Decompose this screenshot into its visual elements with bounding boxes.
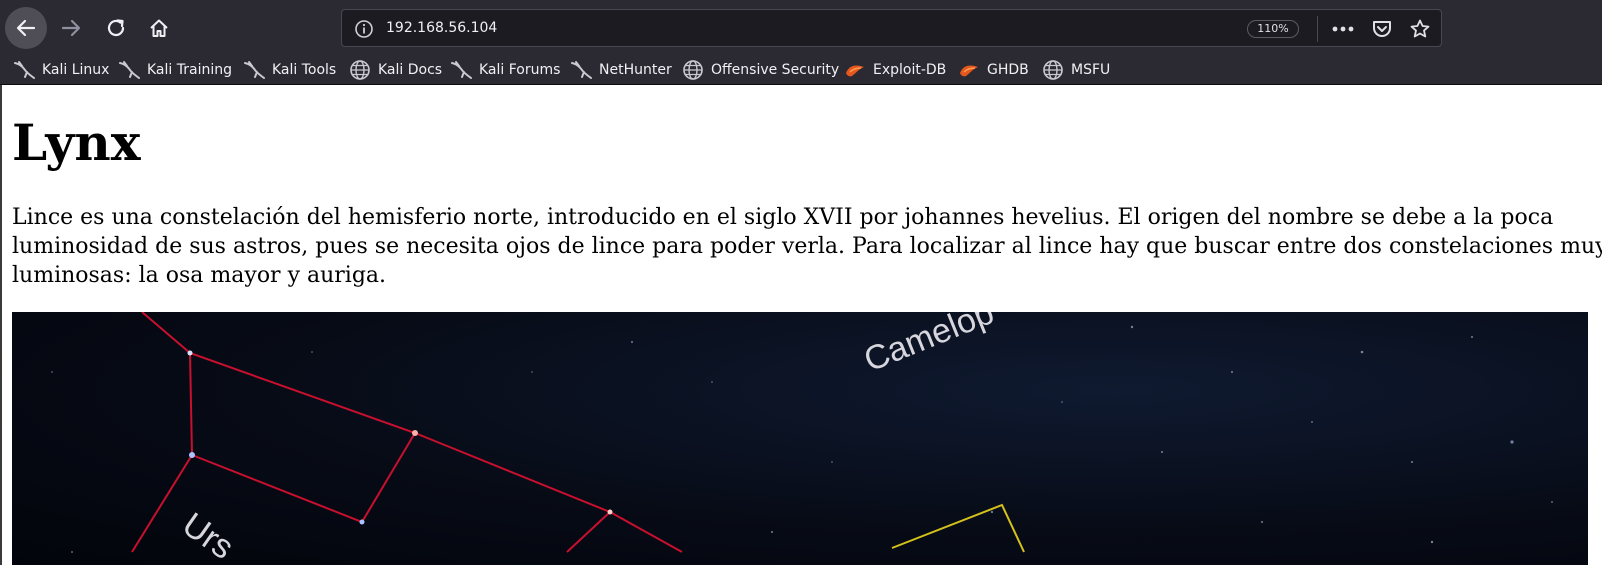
bookmark-kali-training[interactable]: Kali Training [118, 58, 232, 82]
constellation-map: Camelop Urs [51, 312, 1553, 565]
globe-icon [682, 60, 704, 80]
globe-icon [1042, 60, 1064, 80]
browser-chrome: 192.168.56.104 110% Kali Linux Kali Trai… [0, 0, 1602, 85]
globe-icon [349, 60, 371, 80]
label-camelopardalis: Camelop [859, 312, 999, 379]
bookmark-label: Kali Forums [479, 62, 561, 78]
bookmark-label: Exploit-DB [873, 62, 947, 78]
label-ursa: Urs [175, 505, 240, 565]
ursa-major-lines [131, 312, 683, 553]
page-paragraph: Lince es una constelación del hemisferio… [12, 205, 1602, 288]
bookmark-kali-docs[interactable]: Kali Docs [349, 58, 442, 82]
reload-icon [107, 19, 125, 37]
constellation-stars [187, 350, 613, 525]
star-field [51, 325, 1553, 553]
info-icon[interactable] [354, 19, 374, 39]
bookmark-kali-linux[interactable]: Kali Linux [13, 58, 109, 82]
kali-dragon-icon [118, 60, 140, 80]
exploit-db-icon [844, 60, 866, 80]
page-actions-button[interactable] [1330, 17, 1356, 41]
bookmark-label: MSFU [1071, 62, 1111, 78]
bookmark-label: GHDB [987, 62, 1029, 78]
page-title: Lynx [12, 113, 141, 172]
pocket-icon [1373, 21, 1391, 37]
bookmark-offensive-security[interactable]: Offensive Security [682, 58, 839, 82]
bookmark-kali-tools[interactable]: Kali Tools [243, 58, 336, 82]
url-text[interactable]: 192.168.56.104 [386, 20, 497, 36]
bookmark-label: Offensive Security [711, 62, 840, 78]
lynx-boundary-line [891, 503, 1025, 553]
back-button[interactable] [5, 7, 47, 49]
bookmark-label: Kali Docs [378, 62, 443, 78]
bookmarks-toolbar: Kali Linux Kali Training Kali Tools Kali… [0, 55, 1602, 85]
home-icon [150, 19, 168, 37]
bookmark-label: Kali Tools [272, 62, 337, 78]
bookmark-exploit-db[interactable]: Exploit-DB [844, 58, 946, 82]
pocket-button[interactable] [1369, 17, 1395, 41]
url-bar[interactable]: 192.168.56.104 110% [341, 9, 1442, 47]
forward-arrow-icon [61, 19, 81, 37]
bookmark-ghdb[interactable]: GHDB [958, 58, 1029, 82]
bookmark-label: NetHunter [599, 62, 672, 78]
kali-dragon-icon [570, 60, 592, 80]
kali-dragon-icon [13, 60, 35, 80]
exploit-db-icon [958, 60, 980, 80]
bookmark-nethunter[interactable]: NetHunter [570, 58, 672, 82]
bookmark-kali-forums[interactable]: Kali Forums [450, 58, 560, 82]
reload-button[interactable] [95, 7, 137, 49]
web-page-content: Lynx Lince es una constelación del hemis… [0, 85, 1602, 565]
bookmark-msfu[interactable]: MSFU [1042, 58, 1110, 82]
navigation-toolbar: 192.168.56.104 110% [0, 0, 1602, 55]
url-bar-divider [1317, 16, 1318, 42]
constellation-image: Camelop Urs [12, 312, 1588, 565]
more-dots-icon [1332, 26, 1354, 32]
bookmark-label: Kali Linux [42, 62, 110, 78]
kali-dragon-icon [243, 60, 265, 80]
forward-button[interactable] [50, 7, 92, 49]
star-icon [1410, 19, 1430, 38]
bookmark-label: Kali Training [147, 62, 232, 78]
back-arrow-icon [16, 19, 36, 37]
zoom-level-badge[interactable]: 110% [1247, 20, 1299, 38]
home-button[interactable] [138, 7, 180, 49]
bookmark-star-button[interactable] [1407, 17, 1433, 41]
kali-dragon-icon [450, 60, 472, 80]
